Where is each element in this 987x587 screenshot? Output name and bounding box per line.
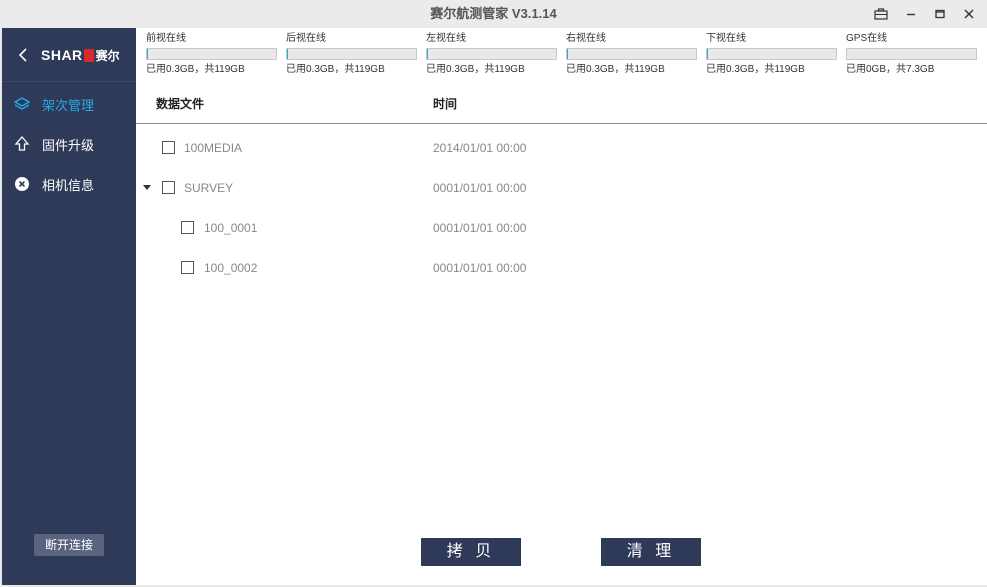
sidebar: SHAR 赛尔 架次管理 固件升级 相机信息 断开连接 xyxy=(2,28,136,585)
storage-gps: GPS在线 已用0GB，共7.3GB xyxy=(846,32,978,77)
storage-left: 左视在线 已用0.3GB，共119GB xyxy=(426,32,558,77)
row-checkbox[interactable] xyxy=(181,221,194,234)
table-row[interactable]: 100_0002 0001/01/01 00:00 xyxy=(136,248,987,288)
sidebar-item-firmware-upgrade[interactable]: 固件升级 xyxy=(2,124,136,164)
storage-usage: 已用0.3GB，共119GB xyxy=(146,64,245,75)
storage-usage: 已用0GB，共7.3GB xyxy=(846,64,935,75)
table-row[interactable]: SURVEY 0001/01/01 00:00 xyxy=(136,168,987,208)
clean-button[interactable]: 清 理 xyxy=(601,538,701,566)
main-panel: 前视在线 已用0.3GB，共119GB 后视在线 已用0.3GB，共119GB … xyxy=(136,28,987,585)
brand-header: SHAR 赛尔 xyxy=(2,28,136,82)
storage-down: 下视在线 已用0.3GB，共119GB xyxy=(706,32,838,77)
storage-back: 后视在线 已用0.3GB，共119GB xyxy=(286,32,418,77)
close-button[interactable] xyxy=(954,0,984,28)
storage-label: 下视在线 xyxy=(706,33,746,44)
logo-text: SHAR xyxy=(41,47,83,63)
window-title: 赛尔航测管家 V3.1.14 xyxy=(430,6,557,21)
sidebar-item-label: 架次管理 xyxy=(42,97,95,113)
maximize-icon xyxy=(935,9,945,19)
row-checkbox[interactable] xyxy=(162,141,175,154)
close-icon xyxy=(964,9,974,19)
storage-progress-bar xyxy=(706,48,837,60)
minimize-icon xyxy=(907,13,915,16)
disconnect-button[interactable]: 断开连接 xyxy=(34,534,104,556)
row-time: 0001/01/01 00:00 xyxy=(433,221,527,235)
layers-icon xyxy=(14,96,30,112)
briefcase-icon xyxy=(874,8,888,20)
back-arrow-icon[interactable] xyxy=(16,46,30,64)
title-bar: 赛尔航测管家 V3.1.14 xyxy=(0,0,987,28)
row-time: 0001/01/01 00:00 xyxy=(433,181,527,195)
storage-label: 后视在线 xyxy=(286,33,326,44)
storage-front: 前视在线 已用0.3GB，共119GB xyxy=(146,32,278,77)
storage-progress-bar xyxy=(566,48,697,60)
sidebar-item-camera-info[interactable]: 相机信息 xyxy=(2,164,136,204)
row-name: 100_0002 xyxy=(204,261,258,275)
storage-label: 右视在线 xyxy=(566,33,606,44)
storage-progress-bar xyxy=(846,48,977,60)
logo: SHAR 赛尔 xyxy=(41,46,120,64)
compact-mode-button[interactable] xyxy=(866,0,896,28)
table-row[interactable]: 100MEDIA 2014/01/01 00:00 xyxy=(136,128,987,168)
row-name: SURVEY xyxy=(184,181,234,195)
storage-usage: 已用0.3GB，共119GB xyxy=(426,64,525,75)
storage-label: GPS在线 xyxy=(846,33,888,44)
row-time: 0001/01/01 00:00 xyxy=(433,261,527,275)
row-time: 2014/01/01 00:00 xyxy=(433,141,527,155)
maximize-button[interactable] xyxy=(925,0,955,28)
sidebar-item-label: 相机信息 xyxy=(42,177,95,193)
row-checkbox[interactable] xyxy=(181,261,194,274)
storage-label: 左视在线 xyxy=(426,33,466,44)
storage-usage: 已用0.3GB，共119GB xyxy=(566,64,665,75)
upgrade-arrow-icon xyxy=(14,136,30,152)
column-header-time: 时间 xyxy=(433,97,458,111)
logo-cn-text: 赛尔 xyxy=(95,48,120,63)
file-table-header: 数据文件 时间 xyxy=(136,84,987,124)
storage-right: 右视在线 已用0.3GB，共119GB xyxy=(566,32,698,77)
row-name: 100MEDIA xyxy=(184,141,243,155)
column-header-file: 数据文件 xyxy=(156,97,205,111)
storage-progress-bar xyxy=(146,48,277,60)
file-tree: 100MEDIA 2014/01/01 00:00 SURVEY 0001/01… xyxy=(136,128,987,288)
minimize-button[interactable] xyxy=(896,0,926,28)
sidebar-nav: 架次管理 固件升级 相机信息 xyxy=(2,84,136,204)
row-checkbox[interactable] xyxy=(162,181,175,194)
storage-progress-bar xyxy=(286,48,417,60)
storage-label: 前视在线 xyxy=(146,33,186,44)
table-row[interactable]: 100_0001 0001/01/01 00:00 xyxy=(136,208,987,248)
storage-status-bar: 前视在线 已用0.3GB，共119GB 后视在线 已用0.3GB，共119GB … xyxy=(136,28,987,82)
row-name: 100_0001 xyxy=(204,221,258,235)
sidebar-item-label: 固件升级 xyxy=(42,137,95,153)
copy-button[interactable]: 拷 贝 xyxy=(421,538,521,566)
camera-info-icon xyxy=(14,176,30,192)
storage-usage: 已用0.3GB，共119GB xyxy=(706,64,805,75)
storage-usage: 已用0.3GB，共119GB xyxy=(286,64,385,75)
logo-mark-icon xyxy=(83,48,94,62)
sidebar-item-sortie-management[interactable]: 架次管理 xyxy=(2,84,136,124)
expand-caret-icon[interactable] xyxy=(142,182,152,192)
storage-progress-bar xyxy=(426,48,557,60)
